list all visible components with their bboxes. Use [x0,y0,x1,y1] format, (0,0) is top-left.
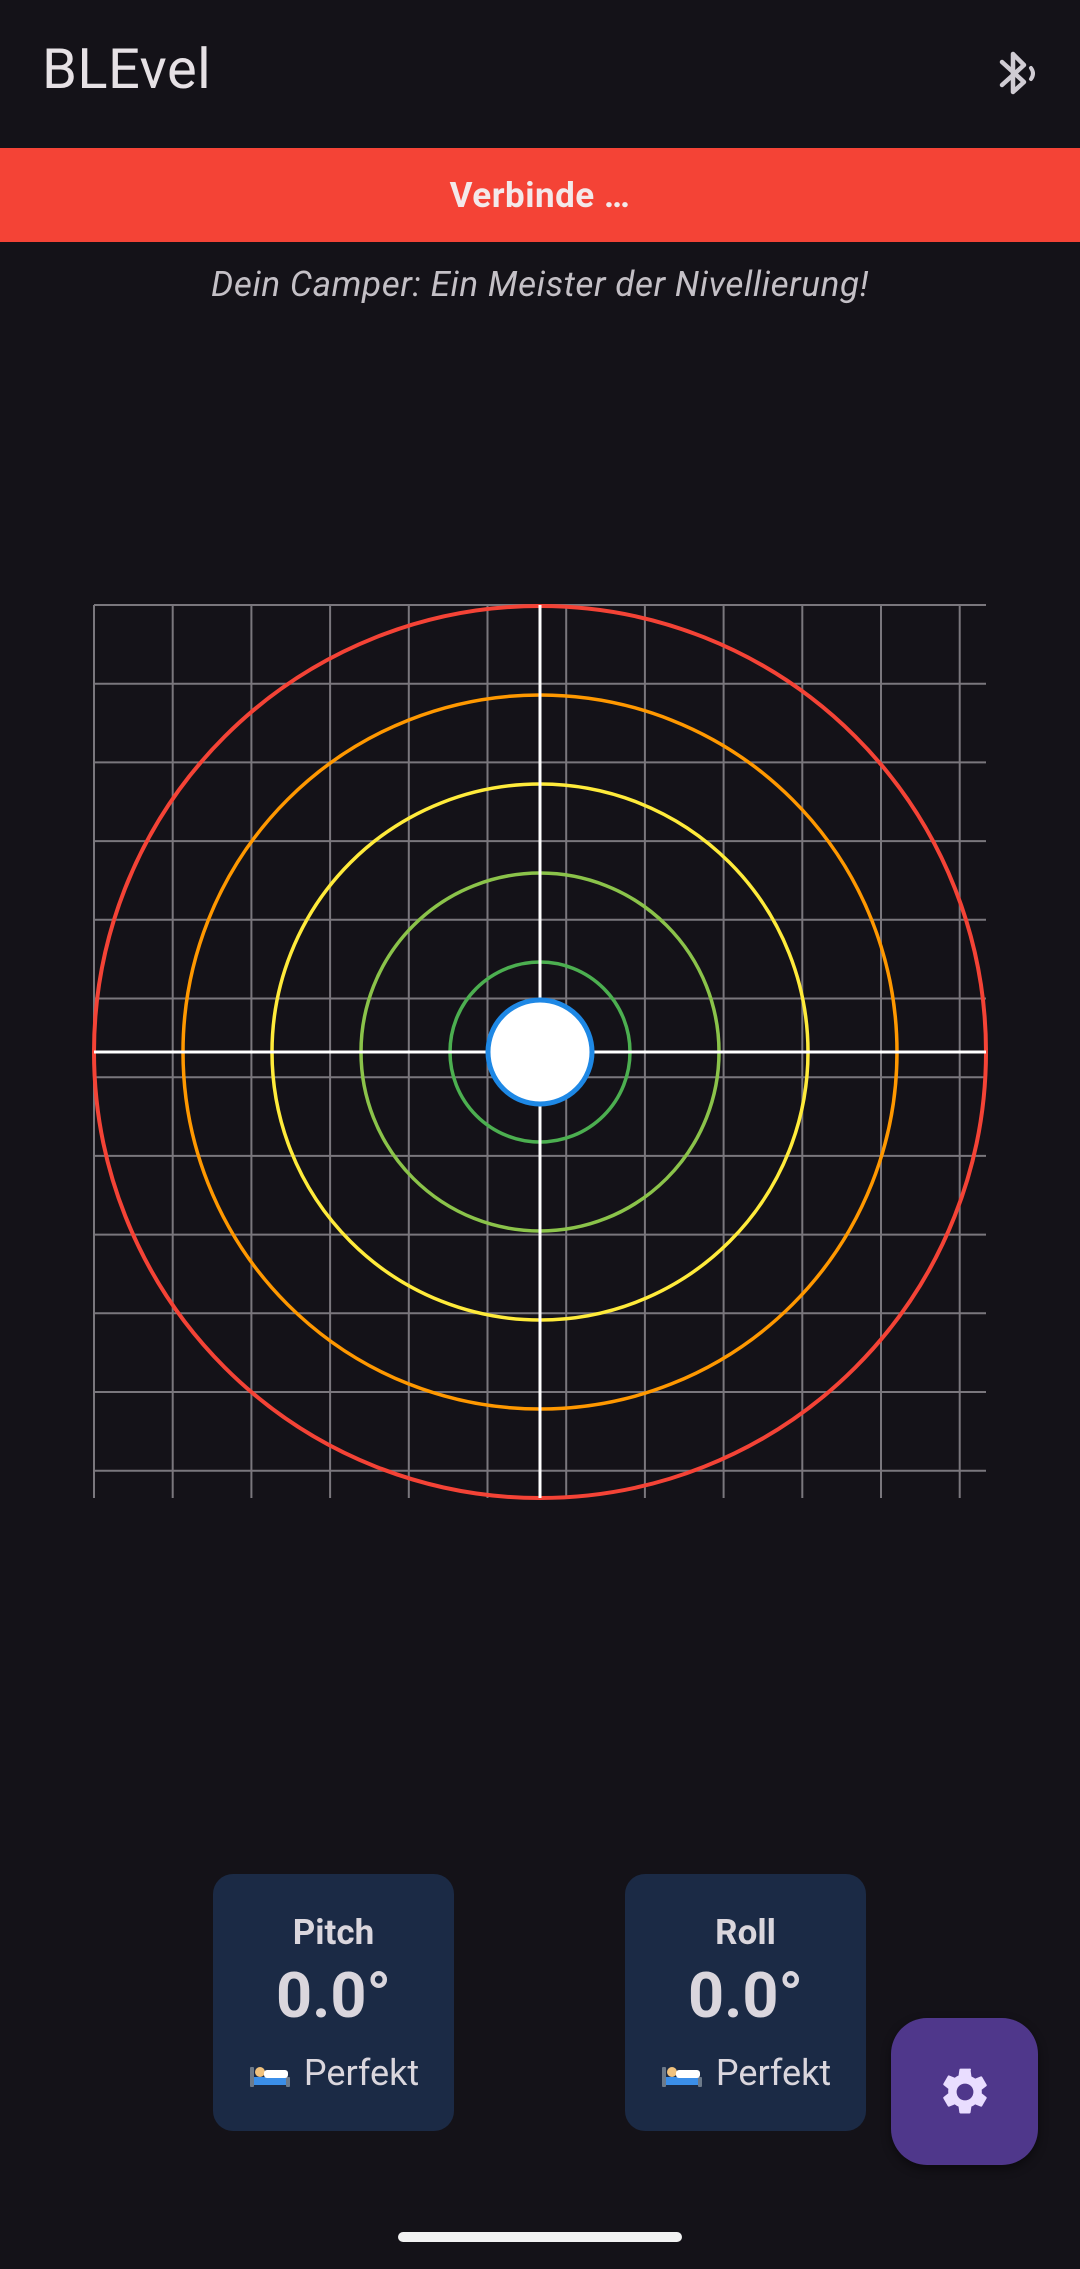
pitch-value: 0.0° [275,1960,392,2033]
settings-button[interactable] [891,2018,1038,2165]
level-ring [359,871,721,1233]
roll-status-text: Perfekt [715,2052,832,2094]
connection-status-text: Verbinde … [449,174,631,216]
level-rings [92,604,988,1500]
app-bar: BLEvel [0,0,1080,148]
gear-icon [942,2068,987,2113]
level-bubble [485,997,595,1107]
pitch-label: Pitch [292,1912,375,1953]
app-screen: BLEvel Verbinde … Dein Camper: Ein Meist… [0,0,1080,2269]
tagline: Dein Camper: Ein Meister der Nivellierun… [211,264,869,305]
bed-icon [249,2067,290,2087]
level-ring [448,960,632,1144]
level-crosshair [94,605,986,1498]
level-ring [92,604,988,1500]
roll-status: Perfekt [625,2052,866,2094]
roll-card: Roll 0.0° Perfekt [625,1874,866,2131]
bluetooth-searching-icon[interactable] [984,44,1044,104]
roll-label: Roll [715,1912,776,1953]
pitch-status: Perfekt [213,2052,454,2094]
app-title: BLEvel [42,36,212,102]
level-ring [270,782,810,1322]
home-indicator [398,2232,682,2242]
level-grid [93,604,986,1498]
level-ring [181,693,899,1411]
connection-banner: Verbinde … [0,148,1080,242]
bed-icon [661,2067,702,2087]
pitch-status-text: Perfekt [303,2052,420,2094]
roll-value: 0.0° [687,1960,804,2033]
pitch-card: Pitch 0.0° Perfekt [213,1874,454,2131]
bubble-level-graphic [92,604,988,1500]
